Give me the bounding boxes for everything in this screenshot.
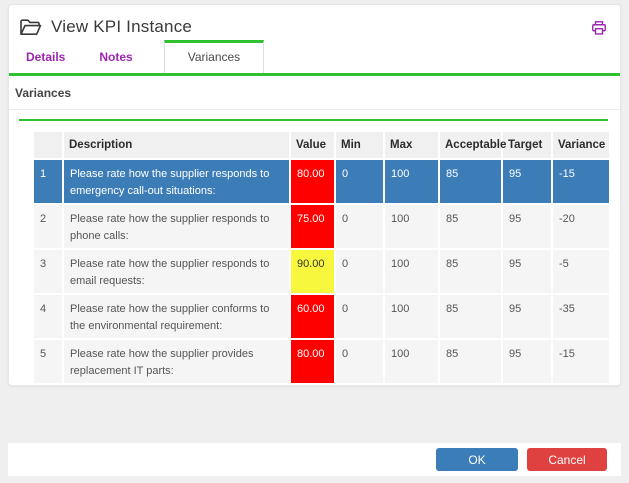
row-variance: -15 xyxy=(553,340,609,383)
col-value: Value xyxy=(291,132,334,158)
table-row[interactable]: 5 Please rate how the supplier provides … xyxy=(34,340,609,383)
row-variance: -5 xyxy=(553,250,609,293)
dialog-title: View KPI Instance xyxy=(51,17,192,37)
dialog-header: View KPI Instance xyxy=(9,5,620,41)
row-max: 100 xyxy=(385,250,438,293)
table-header: Description Value Min Max Acceptable Tar… xyxy=(34,132,609,158)
green-rule xyxy=(19,119,608,121)
row-number: 4 xyxy=(34,295,62,338)
row-min: 0 xyxy=(336,340,383,383)
row-description: Please rate how the supplier responds to… xyxy=(64,160,289,203)
tab-notes[interactable]: Notes xyxy=(82,42,149,73)
row-variance: -20 xyxy=(553,205,609,248)
printer-icon[interactable] xyxy=(591,20,607,36)
row-max: 100 xyxy=(385,340,438,383)
table-row[interactable]: 4 Please rate how the supplier conforms … xyxy=(34,295,609,338)
row-acceptable: 85 xyxy=(440,340,501,383)
row-target: 95 xyxy=(503,250,551,293)
tab-bar: Details Notes Variances xyxy=(9,45,620,76)
table-row[interactable]: 1 Please rate how the supplier responds … xyxy=(34,160,609,203)
col-target: Target xyxy=(503,132,551,158)
row-number: 5 xyxy=(34,340,62,383)
row-min: 0 xyxy=(336,295,383,338)
row-variance: -15 xyxy=(553,160,609,203)
section-title: Variances xyxy=(15,86,620,109)
row-value: 90.00 xyxy=(291,250,334,293)
row-value: 60.00 xyxy=(291,295,334,338)
row-description: Please rate how the supplier provides re… xyxy=(64,340,289,383)
row-acceptable: 85 xyxy=(440,295,501,338)
col-num xyxy=(34,132,62,158)
row-acceptable: 85 xyxy=(440,205,501,248)
col-variance: Variance xyxy=(553,132,609,158)
row-number: 1 xyxy=(34,160,62,203)
col-max: Max xyxy=(385,132,438,158)
row-max: 100 xyxy=(385,160,438,203)
row-acceptable: 85 xyxy=(440,250,501,293)
row-target: 95 xyxy=(503,340,551,383)
tab-variances[interactable]: Variances xyxy=(164,40,264,73)
table-row[interactable]: 3 Please rate how the supplier responds … xyxy=(34,250,609,293)
row-variance: -35 xyxy=(553,295,609,338)
col-description: Description xyxy=(64,132,289,158)
col-acceptable: Acceptable xyxy=(440,132,501,158)
variances-table: Description Value Min Max Acceptable Tar… xyxy=(32,130,611,385)
row-description: Please rate how the supplier conforms to… xyxy=(64,295,289,338)
row-value: 75.00 xyxy=(291,205,334,248)
open-folder-icon xyxy=(19,18,42,37)
row-min: 0 xyxy=(336,205,383,248)
section-divider xyxy=(9,109,620,110)
table-row[interactable]: 2 Please rate how the supplier responds … xyxy=(34,205,609,248)
row-number: 3 xyxy=(34,250,62,293)
row-acceptable: 85 xyxy=(440,160,501,203)
row-max: 100 xyxy=(385,295,438,338)
row-value: 80.00 xyxy=(291,340,334,383)
ok-button[interactable]: OK xyxy=(436,448,518,471)
dialog-footer: OK Cancel xyxy=(8,443,621,476)
col-min: Min xyxy=(336,132,383,158)
tab-details[interactable]: Details xyxy=(9,42,82,73)
row-description: Please rate how the supplier responds to… xyxy=(64,205,289,248)
row-min: 0 xyxy=(336,160,383,203)
table-body: 1 Please rate how the supplier responds … xyxy=(34,160,609,383)
row-target: 95 xyxy=(503,295,551,338)
row-value: 80.00 xyxy=(291,160,334,203)
cancel-button[interactable]: Cancel xyxy=(527,448,607,471)
row-number: 2 xyxy=(34,205,62,248)
row-min: 0 xyxy=(336,250,383,293)
variances-panel: Variances Description Value Min Max Acce… xyxy=(9,86,620,385)
row-max: 100 xyxy=(385,205,438,248)
view-kpi-instance-dialog: View KPI Instance Details Notes Variance… xyxy=(8,4,621,386)
row-target: 95 xyxy=(503,160,551,203)
row-description: Please rate how the supplier responds to… xyxy=(64,250,289,293)
row-target: 95 xyxy=(503,205,551,248)
